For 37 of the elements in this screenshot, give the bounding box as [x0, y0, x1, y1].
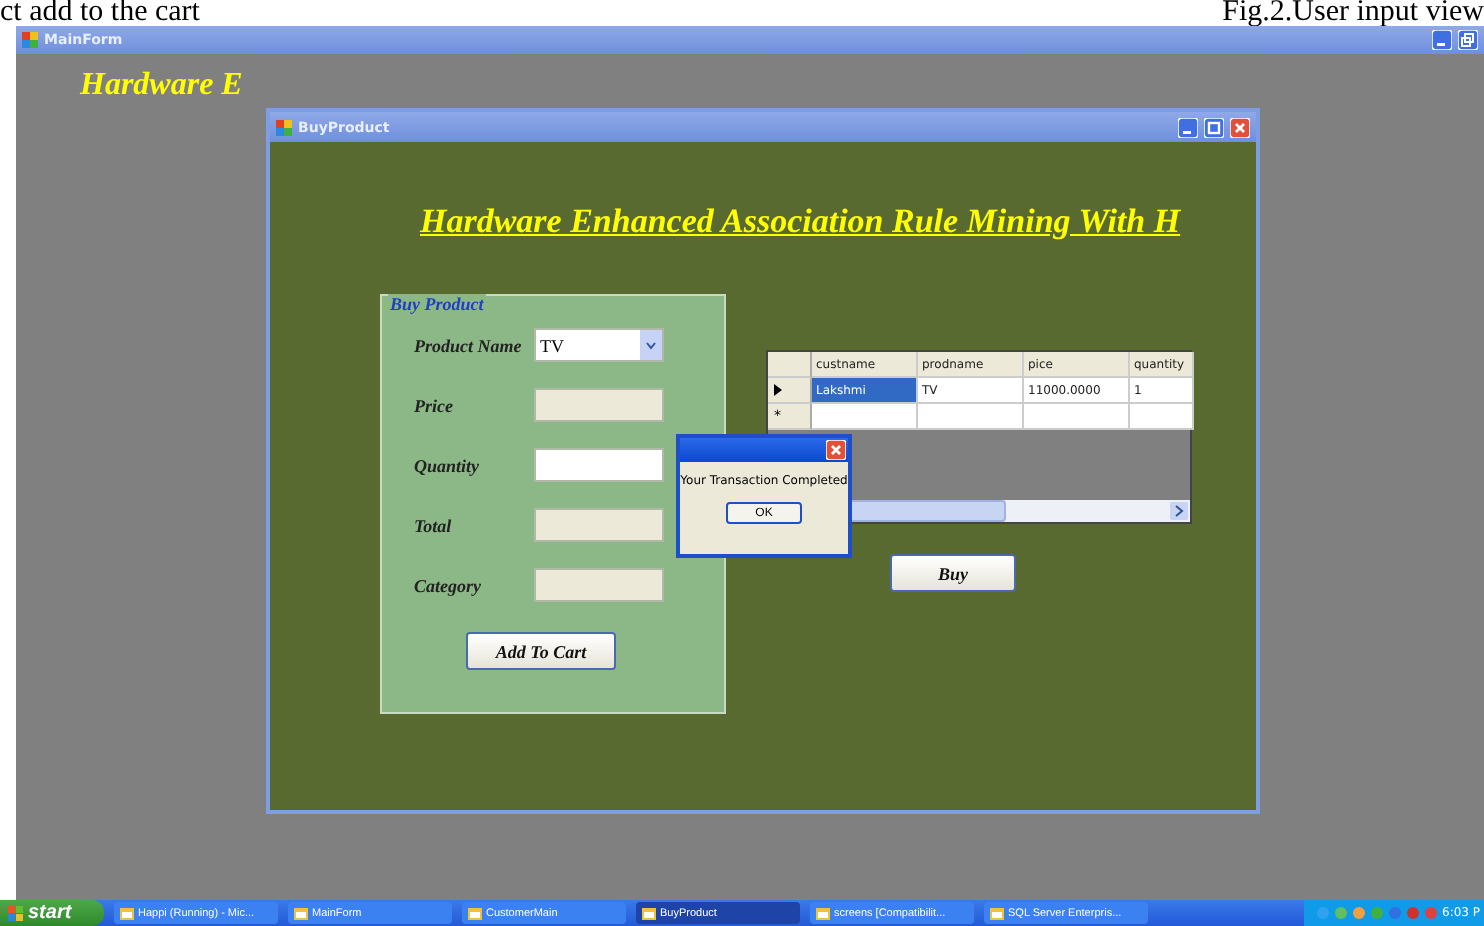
table-cell[interactable]: [1130, 404, 1194, 430]
field-label: Total: [414, 515, 454, 535]
window-icon: [120, 907, 134, 919]
dropdown-field[interactable]: TV: [534, 328, 664, 362]
table-cell[interactable]: [812, 404, 918, 430]
restore-button[interactable]: [1458, 30, 1478, 50]
table-cell[interactable]: [918, 404, 1024, 430]
maximize-button[interactable]: [1204, 117, 1224, 137]
field-label: Price: [414, 395, 455, 415]
chevron-down-icon: [646, 341, 656, 349]
flag-icon: [8, 905, 24, 921]
close-button[interactable]: [1230, 117, 1250, 137]
start-button[interactable]: start: [0, 900, 104, 926]
field-label: Product Name: [414, 335, 524, 355]
figure-caption: Fig.2.User input view: [1222, 0, 1484, 26]
window-icon: [468, 907, 482, 919]
row-pointer-icon: [774, 384, 782, 396]
window-icon: [816, 907, 830, 919]
window-icon: [294, 907, 308, 919]
window-icon: [276, 119, 292, 135]
arrow-right-icon[interactable]: [1170, 502, 1188, 520]
table-cell[interactable]: [1024, 404, 1130, 430]
form-heading: Hardware Enhanced Association Rule Mining With H: [420, 202, 1181, 242]
window-icon: [642, 907, 656, 919]
group-title: Buy Product: [388, 294, 486, 314]
minimize-button[interactable]: [1178, 117, 1198, 137]
buy-button[interactable]: Buy: [890, 554, 1016, 592]
field-label: Quantity: [414, 455, 482, 475]
close-button[interactable]: [826, 440, 846, 460]
add-to-cart-button[interactable]: Add To Cart: [466, 632, 616, 670]
app-heading: Hardware E: [80, 68, 243, 104]
input-field[interactable]: [534, 448, 664, 482]
row-header[interactable]: [768, 378, 812, 404]
window-icon: [22, 32, 38, 48]
field-label: Category: [414, 575, 483, 595]
minimize-button[interactable]: [1432, 30, 1452, 50]
window-icon: [990, 907, 1004, 919]
